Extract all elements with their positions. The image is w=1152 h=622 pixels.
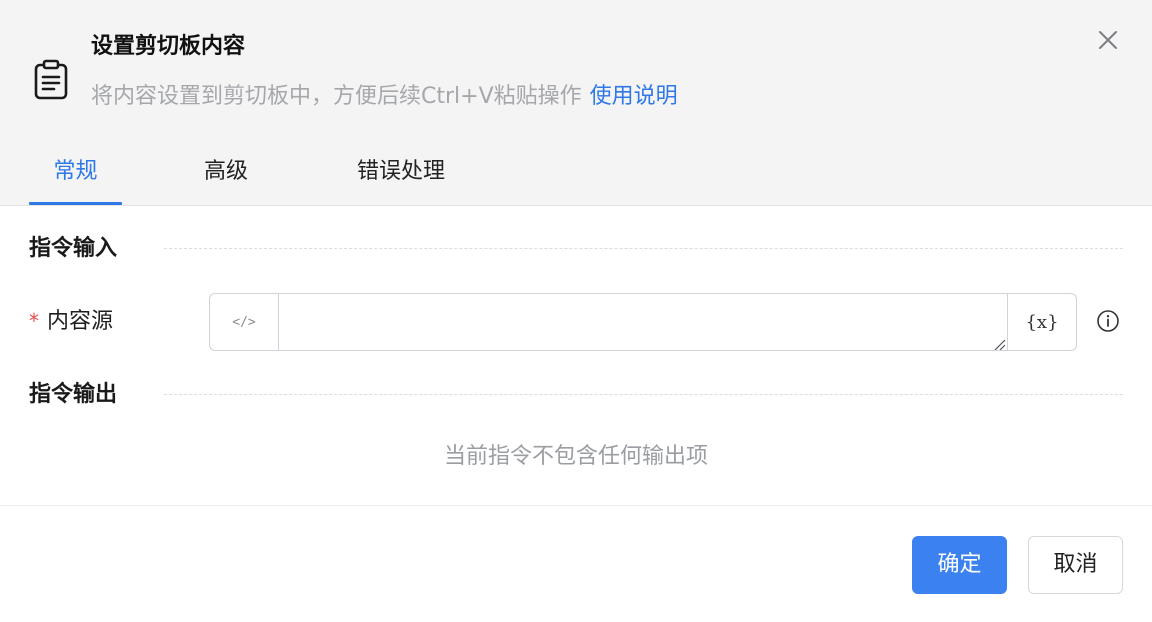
close-button[interactable] <box>1094 26 1122 54</box>
confirm-button[interactable]: 确定 <box>912 536 1007 594</box>
content-source-field: </> {x} <box>209 293 1077 351</box>
content-source-input[interactable] <box>279 294 1009 350</box>
info-icon[interactable] <box>1096 309 1120 333</box>
resize-handle-icon[interactable] <box>994 336 1006 350</box>
content-source-label: * 内容源 <box>29 306 113 337</box>
tab-advanced[interactable]: 高级 <box>188 148 264 206</box>
tab-bar: 常规 高级 错误处理 <box>0 148 1152 206</box>
help-link[interactable]: 使用说明 <box>590 84 678 109</box>
clipboard-icon <box>32 58 70 102</box>
dialog-subtitle: 将内容设置到剪切板中，方便后续Ctrl+V粘贴操作 使用说明 <box>91 81 678 113</box>
active-tab-indicator <box>29 202 122 205</box>
cancel-button[interactable]: 取消 <box>1028 536 1123 594</box>
dialog-description: 将内容设置到剪切板中，方便后续Ctrl+V粘贴操作 <box>91 84 582 109</box>
close-icon <box>1099 31 1117 49</box>
set-clipboard-dialog: 设置剪切板内容 将内容设置到剪切板中，方便后续Ctrl+V粘贴操作 使用说明 常规… <box>0 0 1152 622</box>
dialog-footer: 确定 取消 <box>0 505 1152 622</box>
output-section-divider <box>164 394 1123 395</box>
input-section-title: 指令输入 <box>29 236 118 261</box>
input-section-divider <box>164 248 1123 249</box>
no-output-message: 当前指令不包含任何输出项 <box>443 444 708 469</box>
tab-general[interactable]: 常规 <box>29 148 122 206</box>
variable-insert-icon[interactable]: {x} <box>1007 294 1076 350</box>
code-mode-icon[interactable]: </> <box>210 294 279 350</box>
required-mark: * <box>29 309 39 333</box>
output-section-title: 指令输出 <box>29 382 118 407</box>
dialog-header: 设置剪切板内容 将内容设置到剪切板中，方便后续Ctrl+V粘贴操作 使用说明 常规… <box>0 0 1152 206</box>
dialog-title: 设置剪切板内容 <box>91 34 246 59</box>
tab-error-handling[interactable]: 错误处理 <box>340 148 462 206</box>
content-source-label-text: 内容源 <box>47 309 114 334</box>
